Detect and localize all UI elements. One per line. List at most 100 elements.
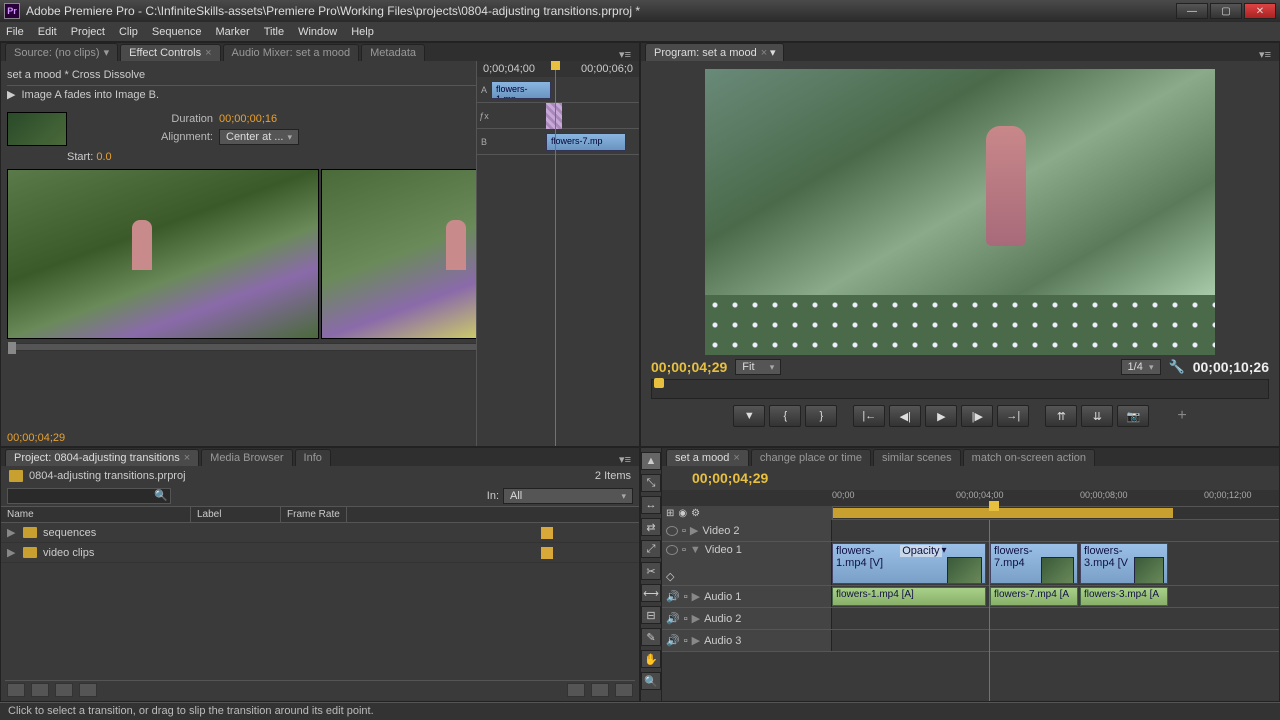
zoom-tool[interactable]: 🔍 bbox=[641, 672, 661, 690]
mini-clip-a[interactable]: flowers-1.mp bbox=[491, 81, 551, 99]
tab-project[interactable]: Project: 0804-adjusting transitions× bbox=[5, 449, 199, 466]
clip-v1-2[interactable]: flowers-7.mp4 bbox=[990, 543, 1078, 584]
close-icon[interactable]: × bbox=[761, 47, 767, 59]
program-tc-left[interactable]: 00;00;04;29 bbox=[651, 359, 727, 375]
panel-menu-icon[interactable]: ▾≡ bbox=[1255, 48, 1275, 61]
lock-icon[interactable]: ▫ bbox=[684, 591, 688, 603]
disclosure-icon[interactable]: ▶ bbox=[692, 634, 700, 647]
hand-tool[interactable]: ✋ bbox=[641, 650, 661, 668]
new-bin-button[interactable] bbox=[567, 683, 585, 697]
eye-icon[interactable] bbox=[666, 526, 678, 536]
lock-icon[interactable]: ▫ bbox=[682, 544, 686, 556]
add-button[interactable]: + bbox=[1177, 407, 1186, 425]
disclosure-icon[interactable]: ▶ bbox=[692, 590, 700, 603]
step-back-button[interactable]: ◀| bbox=[889, 405, 921, 427]
program-video[interactable] bbox=[705, 69, 1215, 355]
play-icon[interactable]: ▶ bbox=[7, 88, 15, 101]
snap-icon[interactable]: ⊞ bbox=[666, 508, 674, 519]
icon-view-button[interactable] bbox=[31, 683, 49, 697]
sequence-tab-3[interactable]: match on-screen action bbox=[963, 449, 1095, 466]
play-button[interactable]: ▶ bbox=[925, 405, 957, 427]
work-area-bar[interactable] bbox=[832, 506, 1280, 520]
project-item-sequences[interactable]: ▶ sequences bbox=[1, 523, 639, 543]
list-view-button[interactable] bbox=[7, 683, 25, 697]
keyframe-icon[interactable]: ◇ bbox=[666, 570, 674, 583]
trash-button[interactable] bbox=[615, 683, 633, 697]
track-v2[interactable] bbox=[832, 520, 1280, 541]
dropdown-icon[interactable]: ▾ bbox=[770, 47, 776, 59]
go-to-out-button[interactable]: →| bbox=[997, 405, 1029, 427]
disclosure-icon[interactable]: ▶ bbox=[7, 546, 17, 559]
find-button[interactable] bbox=[79, 683, 97, 697]
fit-dropdown[interactable]: Fit bbox=[735, 359, 781, 375]
tab-source[interactable]: Source: (no clips)▾ bbox=[5, 43, 118, 61]
disclosure-icon[interactable]: ▼ bbox=[690, 544, 701, 556]
column-headers[interactable]: Name Label Frame Rate bbox=[1, 506, 639, 523]
ripple-tool[interactable]: ↔ bbox=[641, 496, 661, 514]
close-icon[interactable]: × bbox=[205, 47, 211, 59]
mark-out-button[interactable]: } bbox=[805, 405, 837, 427]
transition-block[interactable] bbox=[546, 103, 562, 129]
panel-menu-icon[interactable]: ▾≡ bbox=[615, 453, 635, 466]
selection-tool[interactable]: ▲ bbox=[641, 452, 661, 470]
timeline-timecode[interactable]: 00;00;04;29 bbox=[662, 466, 1280, 490]
menu-edit[interactable]: Edit bbox=[38, 26, 57, 38]
panel-menu-icon[interactable]: ▾≡ bbox=[615, 48, 635, 61]
slide-tool[interactable]: ⊟ bbox=[641, 606, 661, 624]
track-select-tool[interactable]: ⤡ bbox=[641, 474, 661, 492]
lock-icon[interactable]: ▫ bbox=[684, 635, 688, 647]
step-forward-button[interactable]: |▶ bbox=[961, 405, 993, 427]
disclosure-icon[interactable]: ▶ bbox=[690, 524, 698, 537]
settings-icon[interactable]: ⚙ bbox=[691, 508, 700, 519]
mini-clip-b[interactable]: flowers-7.mp bbox=[546, 133, 626, 151]
sequence-tab-2[interactable]: similar scenes bbox=[873, 449, 961, 466]
tab-program[interactable]: Program: set a mood× ▾ bbox=[645, 43, 784, 61]
new-item-button[interactable] bbox=[591, 683, 609, 697]
export-frame-button[interactable]: 📷 bbox=[1117, 405, 1149, 427]
mini-playhead[interactable] bbox=[555, 61, 556, 446]
track-a3[interactable] bbox=[832, 630, 1280, 651]
mark-in-button[interactable]: { bbox=[769, 405, 801, 427]
rolling-tool[interactable]: ⇄ bbox=[641, 518, 661, 536]
ec-timecode[interactable]: 00;00;04;29 bbox=[7, 432, 65, 444]
tab-effect-controls[interactable]: Effect Controls× bbox=[120, 44, 220, 61]
go-to-in-button[interactable]: |← bbox=[853, 405, 885, 427]
close-icon[interactable]: × bbox=[733, 452, 739, 464]
search-input[interactable] bbox=[7, 488, 171, 504]
sequence-tab-0[interactable]: set a mood× bbox=[666, 449, 749, 466]
add-marker-button[interactable]: ▼ bbox=[733, 405, 765, 427]
slip-tool[interactable]: ⟷ bbox=[641, 584, 661, 602]
menu-title[interactable]: Title bbox=[264, 26, 284, 38]
menu-window[interactable]: Window bbox=[298, 26, 337, 38]
marker-icon[interactable] bbox=[654, 378, 664, 388]
disclosure-icon[interactable]: ▶ bbox=[692, 612, 700, 625]
timeline-playhead[interactable] bbox=[989, 520, 990, 701]
menu-sequence[interactable]: Sequence bbox=[152, 26, 202, 38]
timeline-ruler[interactable]: 00;0000;00;04;0000;00;08;0000;00;12;0000… bbox=[662, 490, 1280, 506]
duration-value[interactable]: 00;00;00;16 bbox=[219, 113, 277, 125]
resolution-dropdown[interactable]: 1/4 bbox=[1121, 359, 1161, 375]
transition-thumbnail[interactable] bbox=[7, 112, 67, 146]
extract-button[interactable]: ⇊ bbox=[1081, 405, 1113, 427]
tab-media-browser[interactable]: Media Browser bbox=[201, 449, 292, 466]
clip-a1-2[interactable]: flowers-7.mp4 [A bbox=[990, 587, 1078, 606]
menu-help[interactable]: Help bbox=[351, 26, 374, 38]
menu-clip[interactable]: Clip bbox=[119, 26, 138, 38]
in-dropdown[interactable]: All bbox=[503, 488, 633, 504]
label-swatch[interactable] bbox=[541, 527, 553, 539]
sequence-tab-1[interactable]: change place or time bbox=[751, 449, 871, 466]
menu-project[interactable]: Project bbox=[71, 26, 105, 38]
clip-v1-1[interactable]: flowers-1.mp4 [V] Opacity▾ bbox=[832, 543, 986, 584]
start-value[interactable]: 0.0 bbox=[96, 151, 111, 163]
marker-tool-icon[interactable]: ◉ bbox=[678, 508, 687, 519]
project-item-videoclips[interactable]: ▶ video clips bbox=[1, 543, 639, 563]
clip-a1-1[interactable]: flowers-1.mp4 [A] bbox=[832, 587, 986, 606]
disclosure-icon[interactable]: ▶ bbox=[7, 526, 17, 539]
wrench-icon[interactable]: 🔧 bbox=[1169, 359, 1185, 375]
playhead-icon[interactable] bbox=[989, 501, 999, 511]
rate-stretch-tool[interactable]: ⤢ bbox=[641, 540, 661, 558]
maximize-button[interactable]: ▢ bbox=[1210, 3, 1242, 19]
close-icon[interactable]: × bbox=[184, 452, 190, 464]
track-a2[interactable] bbox=[832, 608, 1280, 629]
search-icon[interactable]: 🔍 bbox=[154, 489, 168, 502]
